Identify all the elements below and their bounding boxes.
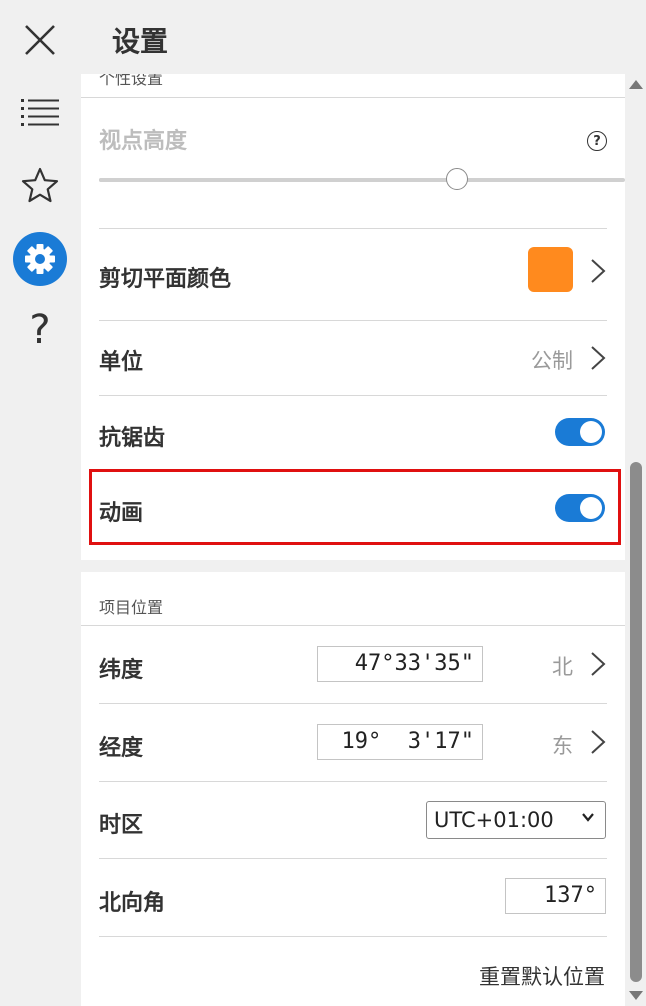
- divider: [81, 97, 625, 98]
- north-angle-label: 北向角: [99, 891, 166, 916]
- viewpoint-height-slider-track[interactable]: [99, 178, 625, 182]
- latitude-hemisphere[interactable]: 北: [552, 651, 573, 681]
- viewpoint-height-slider-thumb[interactable]: [445, 168, 468, 190]
- timezone-select[interactable]: UTC+01:00: [426, 801, 606, 839]
- longitude-input[interactable]: 19° 3'17": [317, 724, 483, 760]
- scrollbar[interactable]: [627, 74, 646, 1006]
- longitude-hemisphere[interactable]: 东: [552, 730, 573, 760]
- divider: [99, 320, 607, 321]
- settings-panel: 个性设置 视点高度 ? 剪切平面颜色 单位 公制 抗锯齿 动画 项目位置 纬度 …: [81, 74, 625, 1006]
- section-personal-title: 个性设置: [99, 74, 164, 88]
- timezone-label: 时区: [99, 813, 144, 838]
- divider: [99, 781, 607, 782]
- gear-icon: [25, 244, 55, 274]
- latitude-input[interactable]: 47°33'35": [317, 646, 483, 682]
- timezone-value: UTC+01:00: [434, 808, 554, 832]
- favorites-button[interactable]: [12, 157, 68, 213]
- settings-button[interactable]: [12, 231, 68, 287]
- side-toolbar: ?: [0, 0, 80, 1006]
- help-button[interactable]: ?: [12, 302, 68, 358]
- divider: [81, 625, 625, 626]
- units-value[interactable]: 公制: [531, 345, 573, 375]
- chevron-right-icon[interactable]: [589, 257, 607, 285]
- page-title: 设置: [112, 25, 169, 58]
- list-icon: [21, 99, 59, 126]
- scroll-up-icon[interactable]: [629, 80, 643, 89]
- north-angle-input[interactable]: 137°: [505, 878, 606, 914]
- reset-location-button[interactable]: 重置默认位置: [479, 961, 605, 991]
- chevron-right-icon[interactable]: [589, 344, 607, 372]
- clip-plane-color-label: 剪切平面颜色: [99, 267, 232, 292]
- star-icon: [21, 167, 59, 203]
- help-icon: ?: [29, 307, 51, 353]
- divider: [99, 395, 607, 396]
- divider: [99, 703, 607, 704]
- chevron-right-icon[interactable]: [589, 650, 607, 678]
- slider-fill: [99, 178, 457, 182]
- clip-plane-color-swatch[interactable]: [528, 247, 573, 292]
- section-gap: [81, 560, 625, 572]
- settings-active-indicator: [13, 232, 67, 286]
- highlight-box: [89, 469, 621, 545]
- antialiasing-label: 抗锯齿: [99, 426, 166, 451]
- latitude-label: 纬度: [99, 658, 144, 683]
- chevron-right-icon[interactable]: [589, 728, 607, 756]
- close-button[interactable]: [12, 12, 68, 68]
- divider: [99, 858, 607, 859]
- close-icon: [25, 25, 55, 55]
- scroll-down-icon[interactable]: [629, 991, 643, 1000]
- chevron-down-icon: [582, 813, 594, 822]
- units-label: 单位: [99, 350, 144, 375]
- scrollbar-thumb[interactable]: [630, 462, 642, 982]
- help-icon[interactable]: ?: [587, 131, 607, 151]
- list-button[interactable]: [12, 84, 68, 140]
- divider: [99, 936, 607, 937]
- section-project-location-title: 项目位置: [99, 598, 164, 617]
- viewpoint-height-label: 视点高度: [99, 129, 188, 154]
- longitude-label: 经度: [99, 736, 144, 761]
- toggle-knob: [580, 421, 602, 443]
- antialiasing-toggle[interactable]: [555, 418, 605, 446]
- divider: [99, 228, 607, 229]
